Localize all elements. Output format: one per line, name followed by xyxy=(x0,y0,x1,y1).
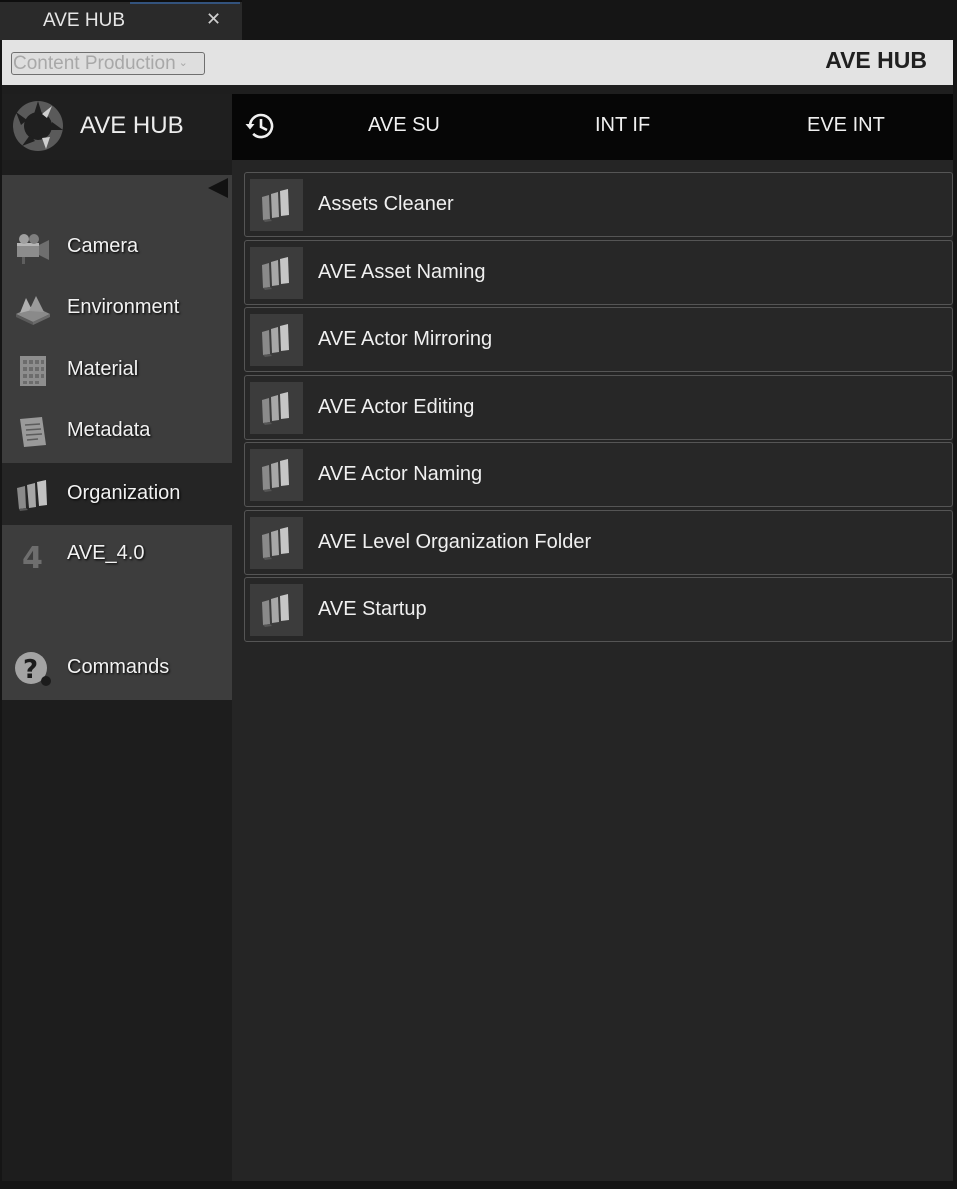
tab-title: AVE HUB xyxy=(43,10,126,31)
organization-tool-icon xyxy=(250,517,303,569)
sidebar-item-label: Metadata xyxy=(67,419,151,441)
tab-ave-hub[interactable]: AVE HUB ✕ xyxy=(0,0,242,40)
header-bar: Content Production ⌄ AVE HUB xyxy=(2,40,953,85)
tool-label: AVE Startup xyxy=(318,598,427,620)
sidebar-item-label: Organization xyxy=(67,482,181,504)
svg-text:4: 4 xyxy=(22,541,43,572)
sidebar-item-material[interactable]: Material xyxy=(2,339,232,401)
organization-tool-icon xyxy=(250,584,303,636)
metadata-icon xyxy=(20,417,46,447)
organization-tool-icon xyxy=(250,179,303,231)
material-icon xyxy=(20,356,46,386)
sidebar-item-label: Commands xyxy=(67,656,170,678)
svg-text:?: ? xyxy=(23,655,38,685)
tool-row[interactable]: AVE Startup xyxy=(244,577,953,642)
sidebar-item-label: AVE_4.0 xyxy=(67,542,145,564)
sidebar-item-environment[interactable]: Environment xyxy=(2,277,232,339)
tool-row[interactable]: AVE Level Organization Folder xyxy=(244,510,953,575)
organization-tool-icon xyxy=(250,382,303,434)
organization-tool-icon xyxy=(250,449,303,501)
environment-icon xyxy=(16,296,50,325)
window-edge xyxy=(953,40,957,1189)
chevron-down-icon: ⌄ xyxy=(178,57,188,69)
nav-link-ave-su[interactable]: AVE SU xyxy=(368,114,440,137)
close-icon[interactable]: ✕ xyxy=(206,9,221,30)
tool-row[interactable]: AVE Actor Editing xyxy=(244,375,953,440)
tool-label: AVE Asset Naming xyxy=(318,261,486,283)
logo-block: AVE HUB xyxy=(2,94,232,160)
tool-label: AVE Actor Editing xyxy=(318,396,475,418)
window-edge xyxy=(0,1181,957,1189)
top-nav: AVE SU INT IF EVE INT xyxy=(232,94,953,160)
tab-strip: AVE HUB ✕ xyxy=(0,0,957,40)
sidebar-item-commands[interactable]: ? Commands xyxy=(2,637,232,699)
project-dropdown[interactable]: Content Production ⌄ xyxy=(11,52,205,75)
tool-label: Assets Cleaner xyxy=(318,193,454,215)
nav-link-int-if[interactable]: INT IF xyxy=(595,114,650,137)
sidebar-item-label: Environment xyxy=(67,296,180,318)
sidebar-item-organization[interactable]: Organization xyxy=(2,463,232,525)
sidebar-item-label: Material xyxy=(67,358,139,380)
version-four-icon: 4 xyxy=(22,541,43,572)
sidebar-item-metadata[interactable]: Metadata xyxy=(2,400,232,462)
ave-hub-logo-icon xyxy=(13,101,63,151)
header-spacer xyxy=(2,85,953,94)
sidebar-item-camera[interactable]: Camera xyxy=(2,216,232,278)
logo-text: AVE HUB xyxy=(80,112,184,139)
tool-label: AVE Actor Mirroring xyxy=(318,328,493,350)
tool-row[interactable]: Assets Cleaner xyxy=(244,172,953,237)
organization-icon xyxy=(17,480,47,511)
app-title: AVE HUB xyxy=(825,47,927,73)
organization-tool-icon xyxy=(250,314,303,366)
tool-label: AVE Level Organization Folder xyxy=(318,531,592,553)
tool-row[interactable]: AVE Actor Naming xyxy=(244,442,953,507)
tool-label: AVE Actor Naming xyxy=(318,463,483,485)
tool-row[interactable]: AVE Actor Mirroring xyxy=(244,307,953,372)
collapse-arrow-icon[interactable] xyxy=(208,178,228,198)
organization-tool-icon xyxy=(250,247,303,299)
history-icon[interactable] xyxy=(244,110,276,142)
sidebar-item-ave-4-0[interactable]: 4 AVE_4.0 xyxy=(2,523,232,585)
sidebar-item-label: Camera xyxy=(67,235,139,257)
tab-accent xyxy=(130,2,240,4)
tool-row[interactable]: AVE Asset Naming xyxy=(244,240,953,305)
project-dropdown-value: Content Production xyxy=(13,53,176,74)
help-icon: ? xyxy=(15,652,51,686)
camera-icon xyxy=(17,234,49,264)
nav-link-eve-int[interactable]: EVE INT xyxy=(807,114,885,137)
